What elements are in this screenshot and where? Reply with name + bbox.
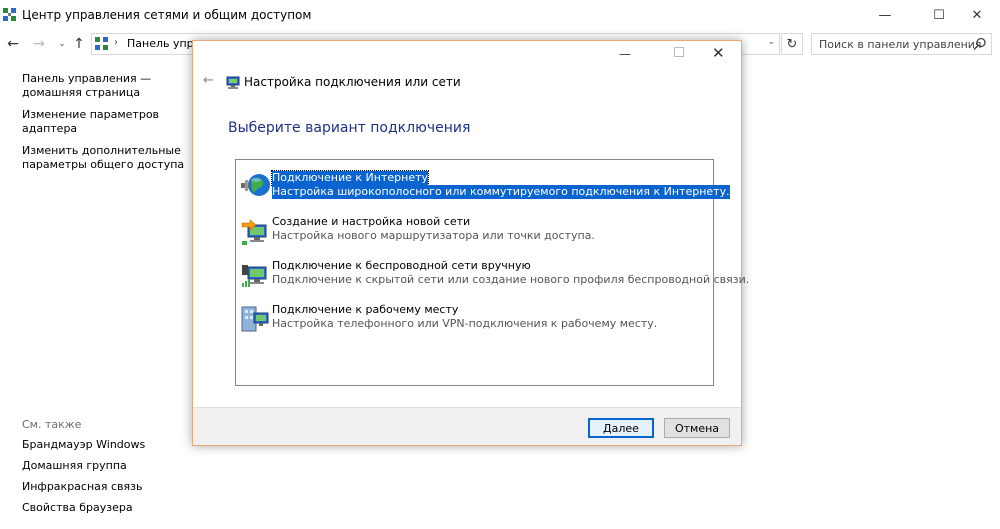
see-also-title: См. также bbox=[22, 418, 82, 431]
search-input[interactable]: Поиск в панели управления bbox=[811, 33, 992, 55]
back-button[interactable]: ← bbox=[4, 35, 22, 53]
change-adapter-settings-link[interactable]: Изменение параметров адаптера bbox=[22, 108, 192, 136]
network-setup-icon bbox=[226, 76, 240, 89]
advanced-sharing-settings-link[interactable]: Изменить дополнительные параметры общего… bbox=[22, 144, 192, 172]
close-button[interactable]: ✕ bbox=[954, 0, 1000, 30]
globe-icon bbox=[241, 174, 270, 196]
dialog-maximize-button bbox=[674, 47, 684, 57]
search-placeholder: Поиск в панели управления bbox=[819, 38, 982, 51]
connection-setup-dialog: — ✕ ← Настройка подключения или сети Выб… bbox=[192, 40, 749, 446]
option-title: Создание и настройка новой сети bbox=[272, 215, 471, 228]
dialog-footer: Далее Отмена bbox=[193, 407, 741, 445]
option-manual-wireless[interactable]: Подключение к беспроводной сети вручную … bbox=[240, 258, 749, 298]
title-bar: Центр управления сетями и общим доступом… bbox=[0, 0, 1000, 30]
see-also-homegroup-link[interactable]: Домашняя группа bbox=[22, 459, 145, 473]
see-also-infrared-link[interactable]: Инфракрасная связь bbox=[22, 480, 145, 494]
forward-button[interactable]: → bbox=[30, 35, 48, 53]
dialog-back-button[interactable]: ← bbox=[203, 73, 214, 88]
next-button[interactable]: Далее bbox=[588, 418, 654, 438]
option-description: Подключение к скрытой сети или создание … bbox=[272, 273, 750, 286]
workplace-icon bbox=[241, 306, 269, 332]
address-dropdown-icon[interactable]: ⌄ bbox=[767, 37, 775, 47]
see-also-browser-properties-link[interactable]: Свойства браузера bbox=[22, 501, 145, 515]
control-panel-icon bbox=[95, 37, 108, 50]
option-workplace[interactable]: Подключение к рабочему месту Настройка т… bbox=[240, 302, 710, 342]
see-also-section: См. также Брандмауэр Windows Домашняя гр… bbox=[22, 418, 145, 522]
option-title: Подключение к беспроводной сети вручную bbox=[272, 259, 531, 272]
wireless-icon bbox=[242, 265, 267, 287]
refresh-button[interactable]: ↻ bbox=[781, 33, 803, 55]
dialog-close-button[interactable]: ✕ bbox=[712, 44, 725, 62]
connection-options-list[interactable]: Подключение к Интернету Настройка широко… bbox=[235, 159, 749, 386]
option-description: Настройка нового маршрутизатора или точк… bbox=[272, 229, 595, 242]
window-title: Центр управления сетями и общим доступом bbox=[22, 8, 312, 22]
up-button[interactable]: ↑ bbox=[70, 35, 88, 53]
dialog-title: Настройка подключения или сети bbox=[244, 75, 461, 89]
dialog-heading: Выберите вариант подключения bbox=[228, 120, 471, 136]
option-description: Настройка телефонного или VPN-подключени… bbox=[272, 317, 658, 330]
control-panel-home-link[interactable]: Панель управления — домашняя страница bbox=[22, 72, 192, 100]
option-title: Подключение к Интернету bbox=[270, 170, 430, 186]
option-title: Подключение к рабочему месту bbox=[272, 303, 459, 316]
minimize-button[interactable]: — bbox=[862, 0, 908, 30]
search-icon[interactable] bbox=[973, 37, 987, 51]
see-also-firewall-link[interactable]: Брандмауэр Windows bbox=[22, 438, 145, 452]
left-pane: Панель управления — домашняя страница Из… bbox=[22, 72, 192, 180]
breadcrumb-separator[interactable]: › bbox=[114, 37, 118, 48]
option-new-network[interactable]: Создание и настройка новой сети Настройк… bbox=[240, 214, 710, 254]
dialog-minimize-button[interactable]: — bbox=[619, 47, 631, 61]
option-internet-connection[interactable]: Подключение к Интернету Настройка широко… bbox=[240, 170, 730, 210]
new-network-icon bbox=[241, 219, 267, 245]
cancel-button[interactable]: Отмена bbox=[664, 418, 730, 438]
option-description: Настройка широкополосного или коммутируе… bbox=[272, 185, 730, 199]
recent-locations-button[interactable]: ⌄ bbox=[53, 35, 71, 53]
network-center-icon bbox=[3, 8, 16, 21]
